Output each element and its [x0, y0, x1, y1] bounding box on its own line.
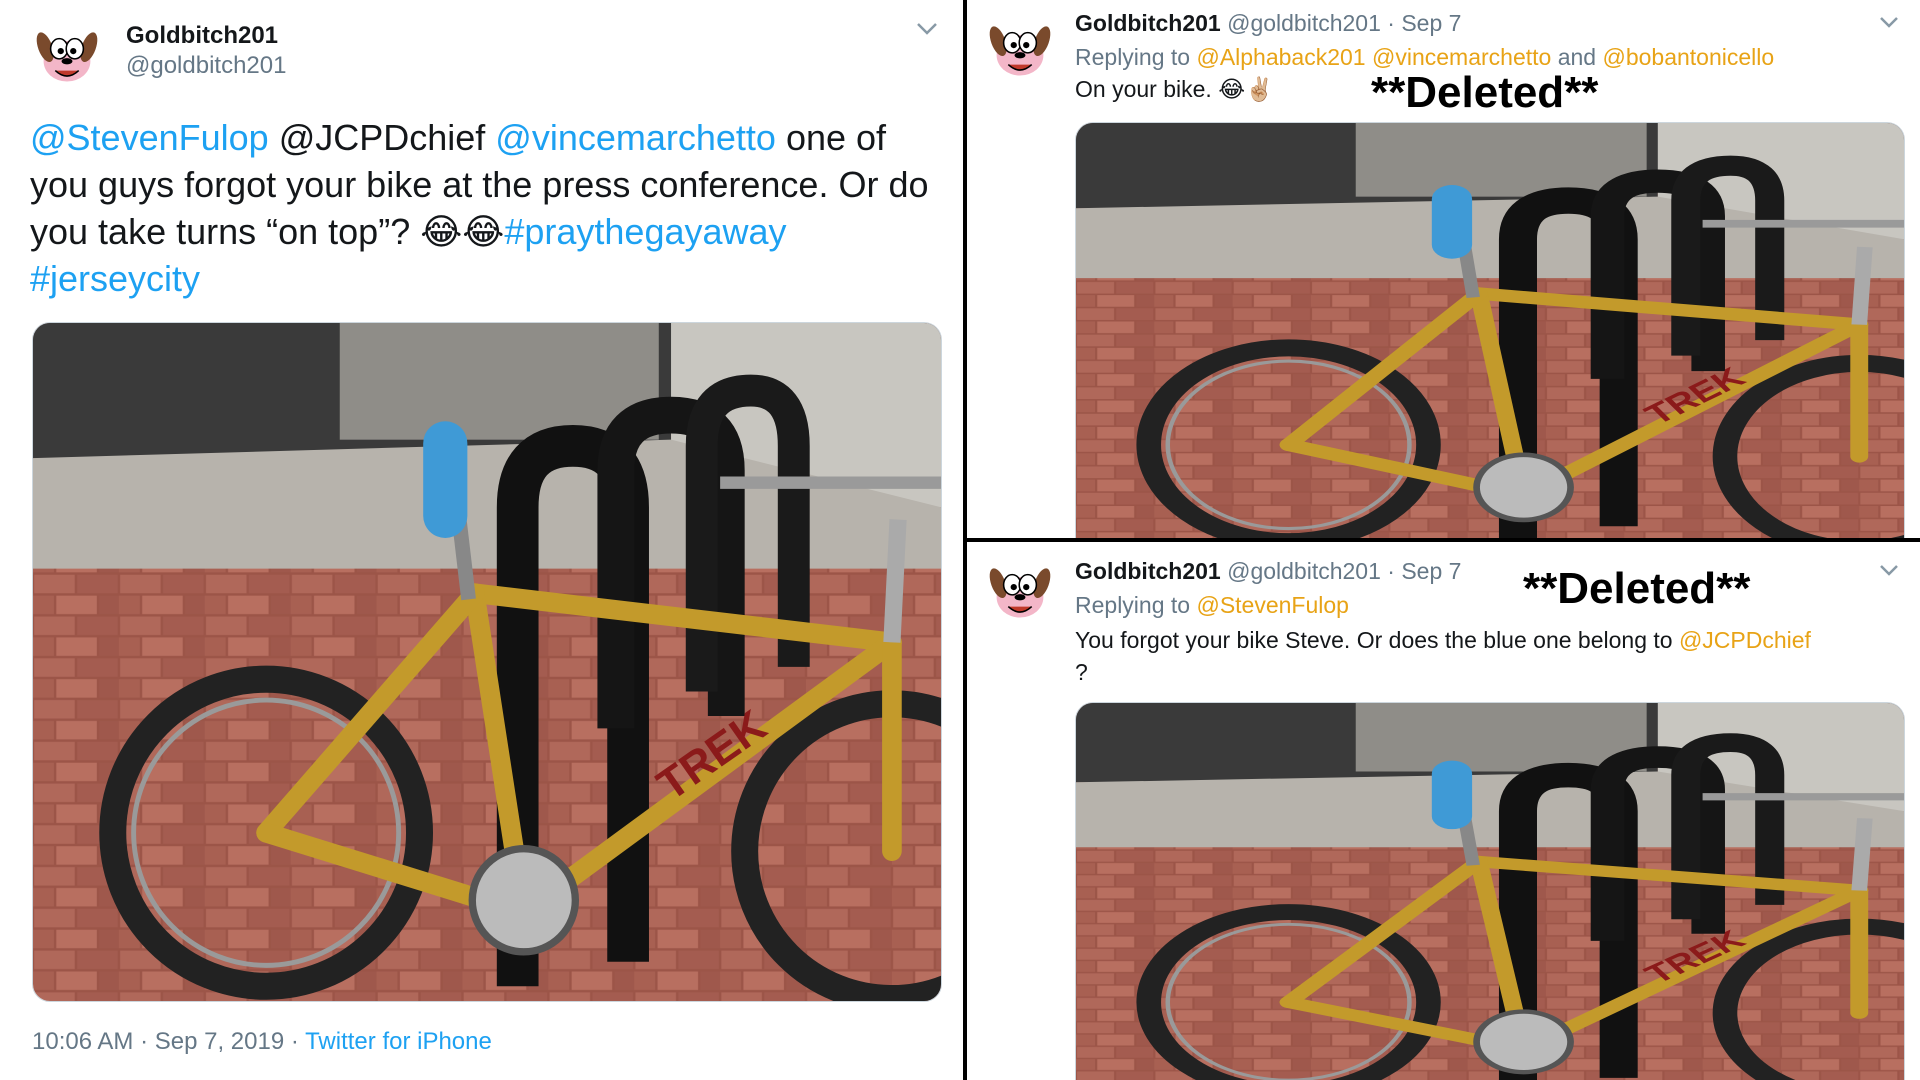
laughing-emoji: 😂😂 [420, 211, 505, 252]
replying-to-and: and [1551, 44, 1603, 70]
main-tweet: Goldbitch201 @goldbitch201 @StevenFulop … [0, 0, 963, 1080]
tweet-text-segment: @JCPDchief [268, 117, 496, 158]
tweet-text-segment: ? [1075, 659, 1088, 685]
reply-tweet-1: Goldbitch201 @goldbitch201 · Sep 7 Reply… [967, 0, 1920, 538]
reply-tweet-2: Goldbitch201 @goldbitch201 · Sep 7 **Del… [967, 542, 1920, 1080]
display-name[interactable]: Goldbitch201 [1075, 558, 1221, 584]
tweet-text-segment: On your bike. [1075, 76, 1219, 102]
separator: · [284, 1028, 306, 1055]
hashtag-link[interactable]: #praythegayaway [504, 211, 786, 252]
tweet-photo[interactable] [1075, 702, 1905, 1080]
separator: · [1380, 558, 1402, 584]
user-handle[interactable]: @goldbitch201 [1227, 558, 1381, 584]
tweet-photo[interactable] [32, 322, 942, 1002]
tweet-body: @StevenFulop @JCPDchief @vincemarchetto … [30, 114, 940, 302]
deleted-annotation: **Deleted** [1371, 68, 1599, 117]
reply-header: Goldbitch201 @goldbitch201 · Sep 7 [1075, 10, 1461, 37]
tweet-photo[interactable] [1075, 122, 1905, 538]
mention-link[interactable]: @vincemarchetto [495, 117, 776, 158]
replying-to-label: Replying to [1075, 44, 1197, 70]
user-avatar[interactable] [28, 16, 106, 94]
chevron-down-icon[interactable] [1879, 564, 1899, 576]
mention-link[interactable]: @StevenFulop [30, 117, 269, 158]
tweet-date[interactable]: Sep 7 [1401, 10, 1461, 36]
tweet-body: You forgot your bike Steve. Or does the … [1075, 624, 1895, 688]
tweet-text-segment: You forgot your bike Steve. Or does the … [1075, 627, 1679, 653]
mention-link[interactable]: @StevenFulop [1196, 592, 1349, 618]
tweet-date[interactable]: Sep 7, 2019 [155, 1028, 284, 1055]
hashtag-link[interactable]: #jerseycity [30, 258, 200, 299]
chevron-down-icon[interactable] [916, 22, 938, 36]
separator: · [133, 1028, 155, 1055]
replying-to: Replying to @StevenFulop [1075, 592, 1349, 619]
mention-link[interactable]: @vincemarchetto [1372, 44, 1551, 70]
tweet-footer: 10:06 AM · Sep 7, 2019 · Twitter for iPh… [32, 1028, 492, 1056]
separator: · [1380, 10, 1402, 36]
chevron-down-icon[interactable] [1879, 16, 1899, 28]
tweet-time[interactable]: 10:06 AM [32, 1028, 133, 1055]
tweet-date[interactable]: Sep 7 [1401, 558, 1461, 584]
user-handle[interactable]: @goldbitch201 [126, 52, 286, 80]
replying-to: Replying to @Alphaback201 @vincemarchett… [1075, 44, 1774, 71]
display-name[interactable]: Goldbitch201 [126, 22, 278, 50]
deleted-annotation: **Deleted** [1523, 564, 1751, 613]
tweet-body: On your bike. 😂✌🏼 [1075, 76, 1274, 103]
display-name[interactable]: Goldbitch201 [1075, 10, 1221, 36]
mention-link[interactable]: @Alphaback201 [1196, 44, 1365, 70]
replying-to-label: Replying to [1075, 592, 1197, 618]
user-avatar[interactable] [981, 552, 1059, 630]
user-handle[interactable]: @goldbitch201 [1227, 10, 1381, 36]
mention-link[interactable]: @bobantonicello [1602, 44, 1774, 70]
reply-header: Goldbitch201 @goldbitch201 · Sep 7 [1075, 558, 1461, 585]
emoji: 😂✌🏼 [1218, 76, 1274, 102]
user-avatar[interactable] [981, 10, 1059, 88]
mention-link[interactable]: @JCPDchief [1679, 627, 1811, 653]
tweet-source-link[interactable]: Twitter for iPhone [305, 1028, 492, 1055]
